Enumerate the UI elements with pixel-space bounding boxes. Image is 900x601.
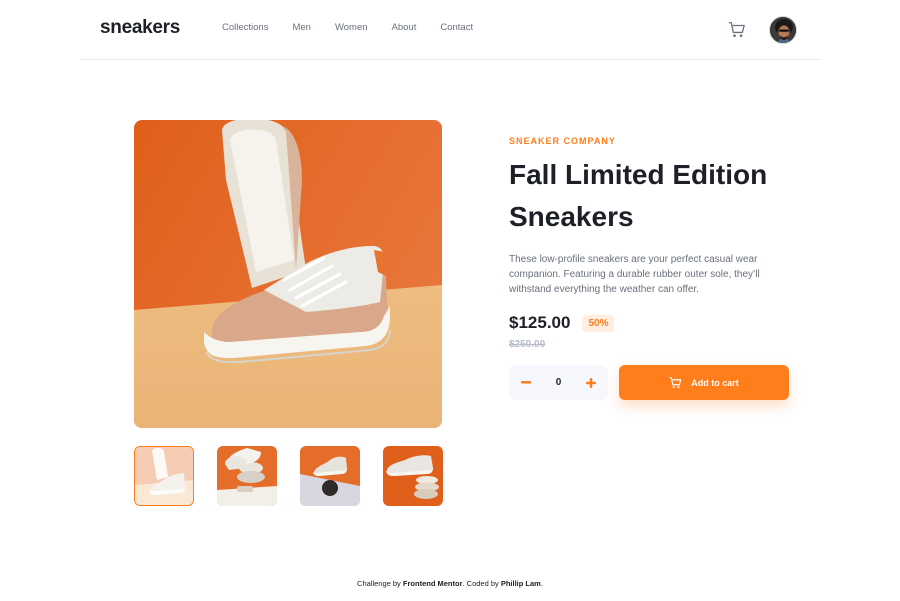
discount-badge: 50% bbox=[582, 314, 615, 332]
minus-icon[interactable] bbox=[518, 375, 534, 391]
avatar[interactable] bbox=[769, 16, 797, 44]
site-header: sneakers Collections Men Women About Con… bbox=[80, 0, 820, 60]
purchase-actions: 0 Add to cart bbox=[509, 365, 799, 400]
quantity-stepper: 0 bbox=[509, 365, 608, 400]
plus-icon[interactable] bbox=[583, 375, 599, 391]
product-thumbnail-2[interactable] bbox=[217, 446, 277, 506]
current-price: $125.00 bbox=[509, 313, 571, 332]
add-to-cart-button[interactable]: Add to cart bbox=[619, 365, 789, 400]
footer-author-link[interactable]: Phillip Lam bbox=[501, 579, 541, 588]
company-name: SNEAKER COMPANY bbox=[509, 136, 616, 146]
cart-icon[interactable] bbox=[728, 21, 746, 39]
product-thumbnail-1[interactable] bbox=[134, 446, 194, 506]
quantity-value: 0 bbox=[555, 377, 562, 388]
cart-icon bbox=[669, 376, 682, 388]
main-nav: Collections Men Women About Contact bbox=[222, 22, 473, 33]
original-price: $250.00 bbox=[509, 339, 546, 350]
footer-challenge-link[interactable]: Frontend Mentor bbox=[403, 579, 463, 588]
product-description: These low-profile sneakers are your perf… bbox=[509, 254, 760, 295]
product-thumbnail-4[interactable] bbox=[383, 446, 443, 506]
add-to-cart-label: Add to cart bbox=[691, 377, 739, 388]
nav-women[interactable]: Women bbox=[335, 22, 368, 33]
nav-men[interactable]: Men bbox=[292, 22, 310, 33]
product-title: Fall Limited Edition Sneakers bbox=[509, 159, 768, 232]
product-thumbnail-3[interactable] bbox=[300, 446, 360, 506]
footer-prefix: Challenge by bbox=[357, 579, 403, 588]
price-row: $125.00 50% bbox=[509, 313, 799, 333]
attribution-footer: Challenge by Frontend Mentor. Coded by P… bbox=[0, 579, 900, 588]
thumbnail-strip bbox=[134, 446, 443, 506]
product-image-main[interactable] bbox=[134, 120, 442, 428]
footer-suffix: . bbox=[540, 579, 543, 588]
footer-middle: . Coded by bbox=[462, 579, 501, 588]
product-info: SNEAKER COMPANY Fall Limited Edition Sne… bbox=[509, 136, 799, 400]
nav-about[interactable]: About bbox=[392, 22, 417, 33]
logo[interactable]: sneakers bbox=[100, 17, 180, 39]
nav-collections[interactable]: Collections bbox=[222, 22, 268, 33]
nav-contact[interactable]: Contact bbox=[440, 22, 473, 33]
